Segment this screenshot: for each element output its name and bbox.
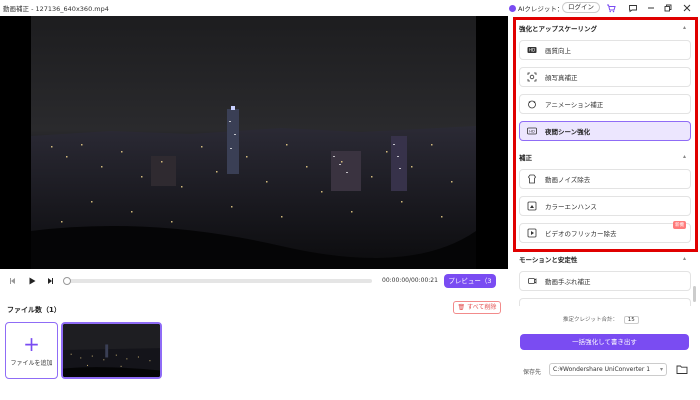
- option-label: 動画ノイズ除去: [545, 176, 591, 184]
- option-deflicker[interactable]: ビデオのフリッカー除去 新機: [519, 221, 691, 243]
- estimate-value: 15: [623, 316, 639, 324]
- option-face-restore[interactable]: 顔写真補正: [519, 67, 691, 87]
- option-label: 画質向上: [545, 47, 571, 55]
- hd-icon: HD: [525, 43, 539, 57]
- preview-button[interactable]: プレビュー（3秒）: [444, 274, 496, 299]
- option-anime-restore[interactable]: アニメーション補正: [519, 94, 691, 114]
- color-icon: [525, 199, 539, 213]
- panel-scrollbar[interactable]: [693, 286, 696, 302]
- previous-frame-icon[interactable]: [8, 276, 18, 286]
- title-bar: 動画補正 - 127136_640x360.mp4 AIクレジット： ログイン: [0, 0, 700, 16]
- noise-icon: [525, 172, 539, 186]
- credit-estimate: 推定クレジット合計： 15: [563, 315, 639, 324]
- save-path-value: C:¥Wondershare UniConverter 1: [553, 366, 651, 373]
- app-window: 動画補正 - 127136_640x360.mp4 AIクレジット： ログイン: [0, 0, 700, 400]
- option-label: ビデオのフリッカー除去: [545, 230, 617, 238]
- player-controls: 00:00:00/00:00:21 プレビュー（3秒）: [0, 272, 508, 299]
- section-correct-title: 補正: [519, 154, 532, 162]
- file-count-label: ファイル数（1）: [7, 306, 61, 314]
- option-label: 顔写真補正: [545, 74, 578, 82]
- new-badge: 新機: [673, 221, 686, 229]
- ai-credit[interactable]: AIクレジット：: [509, 3, 563, 13]
- folder-icon[interactable]: [676, 364, 688, 375]
- option-label: 動画手ぶれ補正: [545, 278, 591, 286]
- stabilize-icon: [525, 274, 539, 288]
- collapse-enhance-icon[interactable]: ▴: [683, 24, 686, 31]
- play-icon[interactable]: [27, 276, 37, 286]
- delete-all-button[interactable]: 🗑 すべて削除: [453, 301, 501, 314]
- batch-export-button[interactable]: 一括強化して書き出す: [520, 334, 689, 350]
- add-file-button[interactable]: + ファイルを追加: [5, 322, 58, 379]
- svg-text:HD: HD: [529, 130, 535, 134]
- collapse-motion-icon[interactable]: ▴: [683, 255, 686, 262]
- option-color-enhance[interactable]: カラーエンハンス: [519, 196, 691, 216]
- add-file-label: ファイルを追加: [10, 360, 53, 367]
- option-label: カラーエンハンス: [545, 203, 597, 211]
- save-location-label: 保存先: [523, 369, 542, 376]
- option-label: アニメーション補正: [545, 101, 604, 109]
- svg-text:HD: HD: [529, 48, 535, 53]
- trash-icon: 🗑: [457, 304, 466, 311]
- chat-icon[interactable]: [627, 2, 638, 13]
- delete-all-label: すべて削除: [467, 304, 497, 311]
- option-night-scene[interactable]: HD 夜間シーン強化: [519, 121, 691, 141]
- section-enhance-title: 強化とアップスケーリング: [519, 25, 597, 33]
- estimate-label: 推定クレジット合計：: [563, 317, 619, 323]
- credit-icon: [509, 4, 516, 12]
- chevron-down-icon: ▾: [659, 366, 663, 373]
- progress-handle[interactable]: [63, 277, 71, 285]
- option-quality-up[interactable]: HD 画質向上: [519, 40, 691, 60]
- timecode: 00:00:00/00:00:21: [382, 277, 438, 284]
- plus-icon: +: [23, 332, 40, 356]
- save-path-select[interactable]: C:¥Wondershare UniConverter 1 ▾: [549, 363, 667, 376]
- restore-icon[interactable]: [662, 2, 673, 13]
- close-icon[interactable]: [681, 2, 692, 13]
- night-hd-icon: HD: [525, 124, 539, 138]
- login-button[interactable]: ログイン: [562, 2, 600, 13]
- collapse-correct-icon[interactable]: ▴: [683, 153, 686, 160]
- cart-icon[interactable]: [605, 2, 616, 13]
- section-motion-title: モーションと安定性: [519, 256, 578, 264]
- next-frame-icon[interactable]: [45, 276, 55, 286]
- option-denoise[interactable]: 動画ノイズ除去: [519, 169, 691, 189]
- progress-bar[interactable]: [63, 277, 372, 285]
- minimize-icon[interactable]: [645, 2, 656, 13]
- flicker-icon: [525, 226, 539, 240]
- video-preview: [0, 16, 508, 269]
- option-label: 夜間シーン強化: [545, 128, 591, 136]
- face-icon: [525, 70, 539, 84]
- ai-credit-label: AIクレジット：: [518, 5, 564, 13]
- anime-icon: [525, 97, 539, 111]
- option-stabilize[interactable]: 動画手ぶれ補正: [519, 271, 691, 291]
- window-title: 動画補正 - 127136_640x360.mp4: [3, 5, 109, 13]
- night-city-frame: [31, 16, 476, 269]
- file-thumbnail[interactable]: [61, 322, 162, 379]
